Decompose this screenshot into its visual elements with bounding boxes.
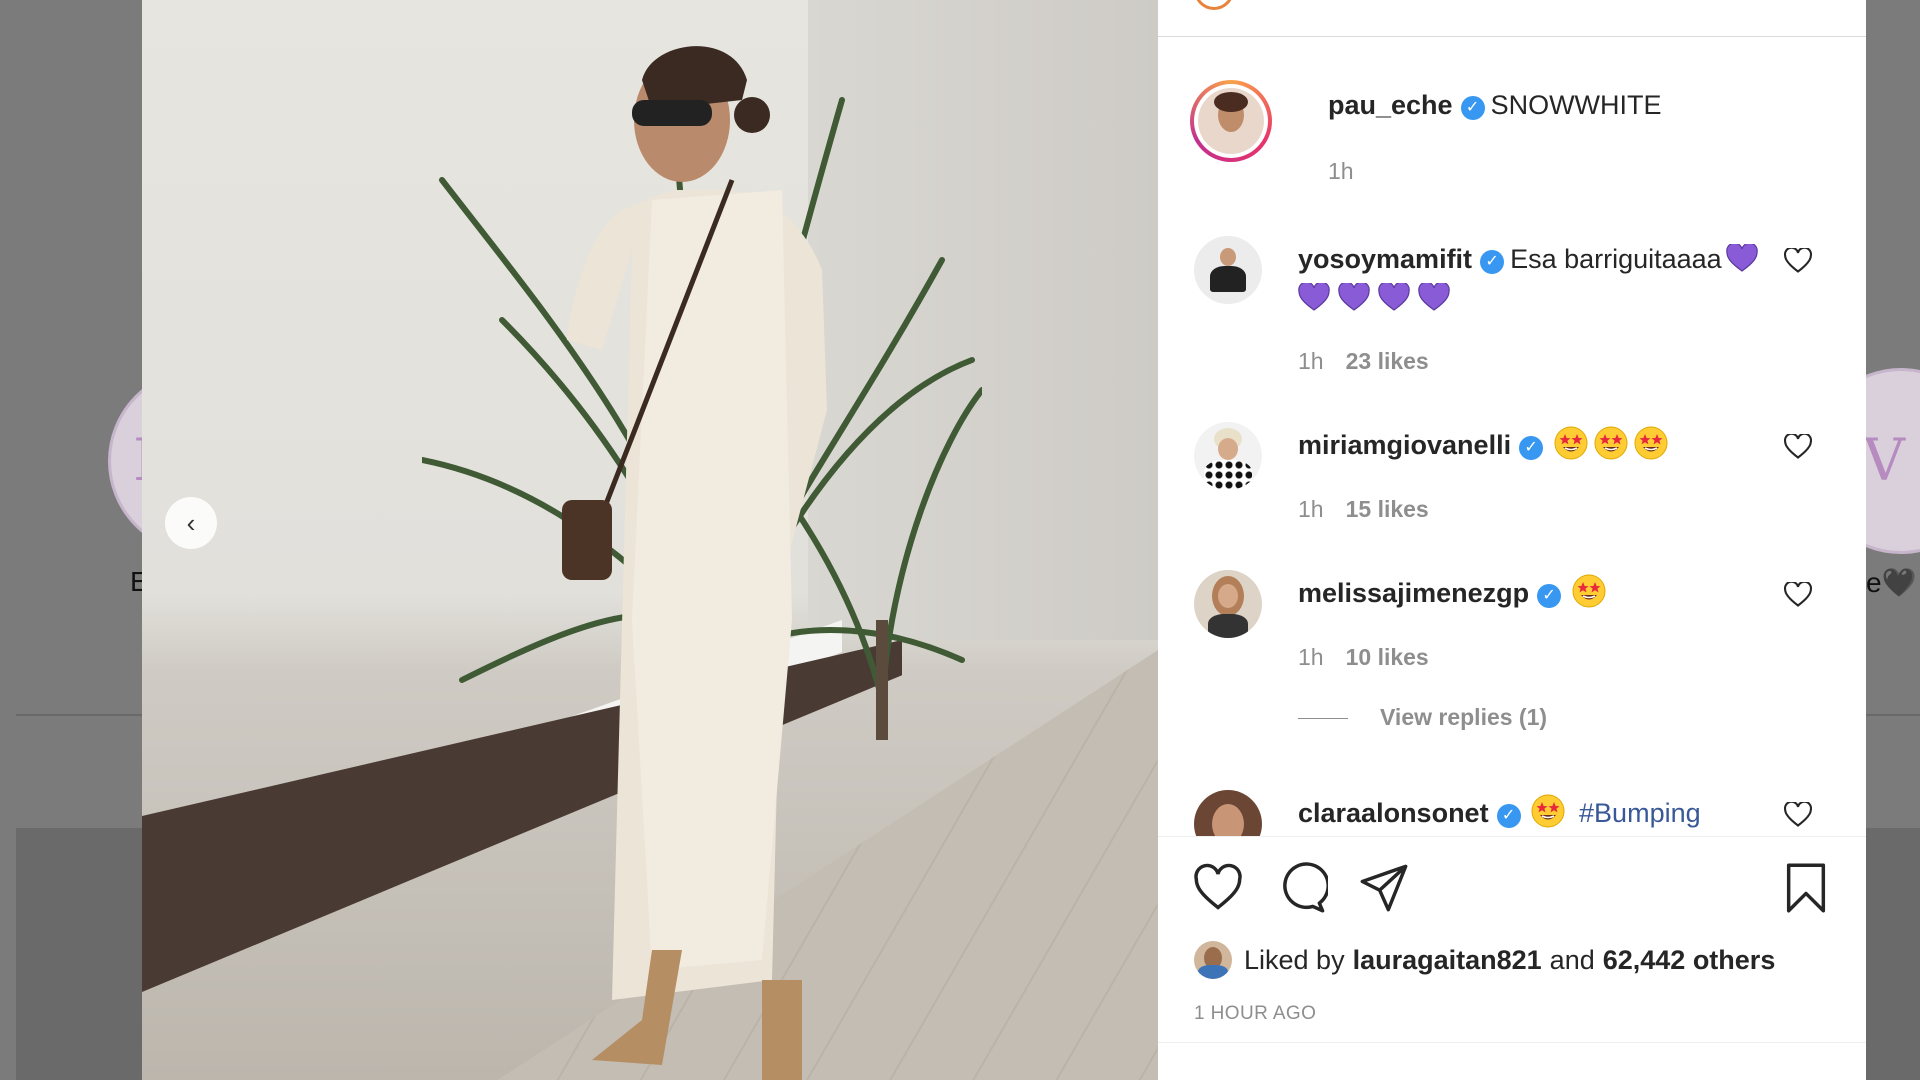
header-avatar-edge <box>1194 0 1234 10</box>
caption-line: pau_eche ✓ SNOWWHITE <box>1328 90 1662 121</box>
comment-emoji <box>1554 426 1674 460</box>
comments-list[interactable]: yosoymamifit ✓ Esa barriguitaaaa 1h 23 like… <box>1158 230 1866 836</box>
verified-badge-icon: ✓ <box>1537 584 1562 608</box>
post-caption: pau_eche ✓ SNOWWHITE 1h <box>1188 80 1838 184</box>
caption-text: SNOWWHITE <box>1490 90 1662 120</box>
bottom-divider <box>1158 1042 1866 1043</box>
highlight-glyph: V <box>1863 426 1905 494</box>
author-avatar-inner <box>1194 84 1268 158</box>
comment-likes[interactable]: 15 likes <box>1346 496 1429 522</box>
star-struck-emoji-icon <box>1554 426 1588 460</box>
comment-emoji <box>1572 574 1612 608</box>
post-side-panel: pau_eche ✓ SNOWWHITE 1h yosoymamifit ✓ Esa b… <box>1158 0 1866 1080</box>
liked-by-user-link[interactable]: lauragaitan821 <box>1353 945 1542 976</box>
comment-body: miriamgiovanelli ✓ <box>1298 426 1768 469</box>
caption-time[interactable]: 1h <box>1328 158 1354 185</box>
comment-username[interactable]: yosoymamifit <box>1298 244 1472 274</box>
previous-photo-button[interactable]: ‹ <box>165 497 217 549</box>
post-timestamp[interactable]: 1 HOUR AGO <box>1194 1003 1316 1025</box>
photo-person <box>562 46 827 1080</box>
purple-heart-icon <box>1338 283 1370 311</box>
comment-like-heart-icon[interactable] <box>1784 802 1812 828</box>
grid-tile <box>16 828 144 1080</box>
post-photo[interactable] <box>142 0 1158 1080</box>
comment-likes[interactable]: 10 likes <box>1346 644 1429 670</box>
comment-like-heart-icon[interactable] <box>1784 248 1812 274</box>
actions-divider <box>1158 836 1866 837</box>
comment-item: yosoymamifit ✓ Esa barriguitaaaa 1h 23 like… <box>1194 236 1834 376</box>
comment-meta: 1h 15 likes <box>1298 496 1429 523</box>
bookmark-icon[interactable] <box>1780 862 1832 914</box>
purple-heart-icon <box>1418 283 1450 311</box>
header-divider <box>1158 36 1866 37</box>
like-heart-icon[interactable] <box>1192 862 1244 914</box>
comment-body: claraalonsonet ✓ #Bumping <box>1298 794 1768 836</box>
comment-username[interactable]: claraalonsonet <box>1298 798 1489 828</box>
liker-avatar[interactable] <box>1194 941 1232 979</box>
purple-heart-icon <box>1298 283 1330 311</box>
comment-emoji <box>1531 794 1571 828</box>
comment-like-heart-icon[interactable] <box>1784 434 1812 460</box>
comment-like-heart-icon[interactable] <box>1784 582 1812 608</box>
purple-heart-icon <box>1726 244 1758 272</box>
commenter-avatar[interactable] <box>1194 570 1262 638</box>
comment-hashtag-link[interactable]: #Bumping <box>1579 798 1701 828</box>
verified-badge-icon: ✓ <box>1460 96 1485 120</box>
avatar <box>1198 88 1264 154</box>
comment-body: yosoymamifit ✓ Esa barriguitaaaa <box>1298 240 1768 322</box>
grid-tile <box>1866 828 1920 1080</box>
comment-username[interactable]: miriamgiovanelli <box>1298 430 1511 460</box>
comment-username[interactable]: melissajimenezgp <box>1298 578 1529 608</box>
star-struck-emoji-icon <box>1594 426 1628 460</box>
commenter-avatar[interactable] <box>1194 236 1262 304</box>
purple-heart-icon <box>1378 283 1410 311</box>
chevron-left-icon: ‹ <box>186 507 196 538</box>
comment-item: miriamgiovanelli ✓ 1h 15 likes <box>1194 422 1834 542</box>
commenter-avatar[interactable] <box>1194 790 1262 836</box>
commenter-avatar[interactable] <box>1194 422 1262 490</box>
comment-body: melissajimenezgp ✓ <box>1298 574 1768 617</box>
comment-likes[interactable]: 23 likes <box>1346 348 1429 374</box>
comment-time[interactable]: 1h <box>1298 496 1324 522</box>
star-struck-emoji-icon <box>1531 794 1565 828</box>
send-icon[interactable] <box>1358 862 1410 914</box>
comment-item: claraalonsonet ✓ #Bumping <box>1194 790 1834 836</box>
author-username[interactable]: pau_eche <box>1328 90 1453 120</box>
author-avatar[interactable] <box>1190 80 1272 162</box>
comment-time[interactable]: 1h <box>1298 644 1324 670</box>
comment-icon[interactable] <box>1276 862 1328 914</box>
verified-badge-icon: ✓ <box>1480 250 1505 274</box>
view-replies-button[interactable]: View replies (1) <box>1298 704 1547 731</box>
liked-by-summary: Liked by lauragaitan821 and 62,442 others <box>1194 940 1783 980</box>
comment-time[interactable]: 1h <box>1298 348 1324 374</box>
comment-text: Esa barriguitaaaa <box>1510 244 1722 274</box>
star-struck-emoji-icon <box>1572 574 1606 608</box>
verified-badge-icon: ✓ <box>1496 804 1521 828</box>
verified-badge-icon: ✓ <box>1519 436 1544 460</box>
comment-meta: 1h 10 likes <box>1298 644 1429 671</box>
star-struck-emoji-icon <box>1634 426 1668 460</box>
liked-by-prefix: Liked by <box>1244 944 1345 975</box>
comment-meta: 1h 23 likes <box>1298 348 1429 375</box>
liked-by-others-link[interactable]: 62,442 others <box>1603 945 1776 976</box>
liked-by-conjunction: and <box>1549 944 1595 975</box>
